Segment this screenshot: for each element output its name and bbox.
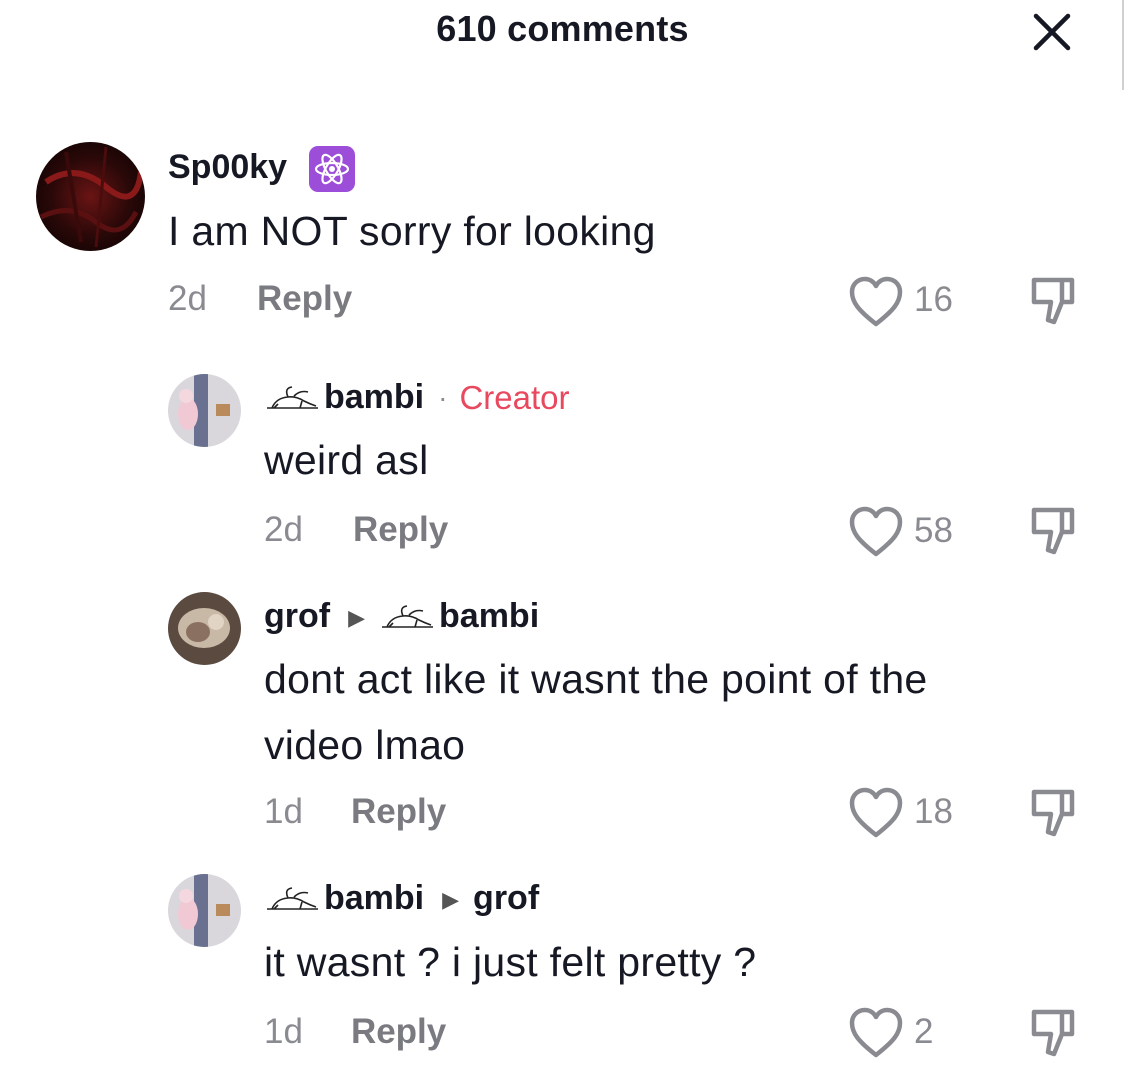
avatar[interactable] (168, 592, 241, 665)
comment-meta: 2d Reply (264, 510, 448, 550)
like-count: 58 (914, 511, 953, 550)
rabbit-icon (264, 885, 320, 913)
like-count: 2 (914, 1012, 934, 1051)
comment-header: grof ▶ bambi (264, 597, 539, 636)
reply-arrow-icon: ▶ (442, 886, 460, 912)
comment-text: I am NOT sorry for looking (168, 208, 656, 254)
reply-button[interactable]: Reply (353, 510, 448, 550)
comment-header: bambi · Creator (264, 378, 570, 417)
reply-to-username[interactable]: bambi (439, 597, 539, 636)
rabbit-icon (264, 384, 320, 412)
thumbs-down-icon[interactable] (1026, 502, 1082, 558)
like-count: 16 (914, 280, 953, 319)
username[interactable]: bambi (324, 879, 424, 918)
avatar[interactable] (168, 874, 241, 947)
avatar[interactable] (36, 142, 145, 251)
thumbs-down-icon[interactable] (1026, 272, 1082, 328)
atom-icon (309, 146, 356, 192)
close-icon[interactable] (1030, 10, 1074, 54)
comment-time: 2d (264, 510, 303, 549)
comment-meta: 1d Reply (264, 792, 446, 832)
reply-button[interactable]: Reply (257, 279, 352, 319)
rabbit-icon (379, 603, 435, 631)
separator-dot: · (438, 381, 448, 413)
reply-arrow-icon: ▶ (348, 604, 366, 630)
comment-text-line-1: dont act like it wasnt the point of the (264, 656, 928, 702)
comment-text-line-2: video lmao (264, 722, 466, 768)
thumbs-down-icon[interactable] (1026, 784, 1082, 840)
username[interactable]: grof (264, 597, 330, 636)
reply-button[interactable]: Reply (351, 792, 446, 832)
comment-time: 1d (264, 1012, 303, 1051)
heart-icon[interactable] (848, 787, 904, 839)
thumbs-down-icon[interactable] (1026, 1004, 1082, 1060)
comment-header: bambi ▶ grof (264, 879, 539, 918)
comment-time: 1d (264, 792, 303, 831)
comment-header: Sp00ky (168, 144, 356, 192)
username[interactable]: bambi (324, 378, 424, 417)
like-count: 18 (914, 792, 953, 831)
reply-button[interactable]: Reply (351, 1012, 446, 1052)
comments-count-title: 610 comments (436, 8, 689, 49)
scroll-edge (1122, 0, 1124, 90)
comment-meta: 1d Reply (264, 1012, 446, 1052)
creator-label: Creator (459, 378, 570, 416)
heart-icon[interactable] (848, 506, 904, 558)
avatar[interactable] (168, 374, 241, 447)
heart-icon[interactable] (848, 276, 904, 328)
comment-time: 2d (168, 279, 207, 318)
comment-text: weird asl (264, 437, 429, 483)
heart-icon[interactable] (848, 1007, 904, 1059)
username[interactable]: Sp00ky (168, 148, 287, 187)
comment-meta: 2d Reply (168, 279, 352, 319)
reply-to-username[interactable]: grof (473, 879, 539, 918)
comment-text: it wasnt ? i just felt pretty ? (264, 939, 757, 985)
